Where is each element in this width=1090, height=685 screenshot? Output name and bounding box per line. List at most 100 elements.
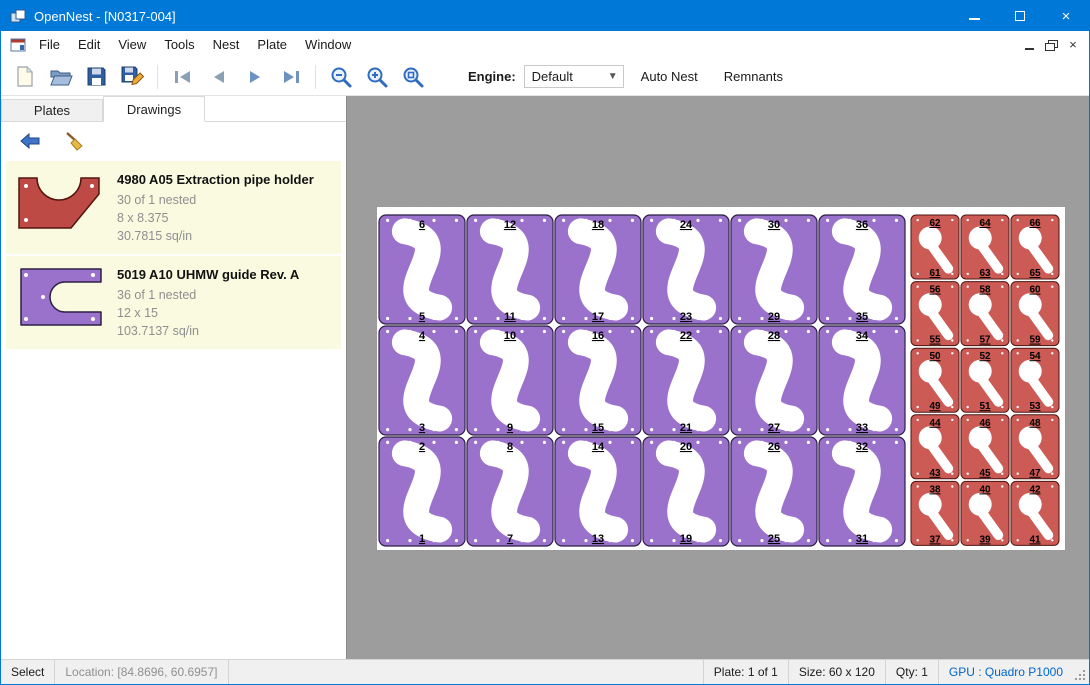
menu-window[interactable]: Window xyxy=(296,32,360,57)
nest-pair-red[interactable]: 5655 xyxy=(911,282,959,346)
nest-pair-purple[interactable]: 87 xyxy=(467,437,553,546)
nest-pair-red[interactable]: 4645 xyxy=(961,415,1009,479)
auto-nest-button[interactable]: Auto Nest xyxy=(632,63,707,90)
nest-pair-red[interactable]: 3837 xyxy=(911,481,959,545)
menu-plate[interactable]: Plate xyxy=(248,32,296,57)
part-number: 39 xyxy=(979,534,991,545)
nest-pair-red[interactable]: 40 39 xyxy=(961,481,1009,545)
nest-pair-purple[interactable]: 1615 xyxy=(555,326,641,435)
part-number: 42 xyxy=(1029,484,1041,495)
part-number: 57 xyxy=(979,335,991,346)
save-button[interactable] xyxy=(83,63,110,90)
nest-pair-red[interactable]: 5251 xyxy=(961,348,1009,412)
maximize-button[interactable] xyxy=(997,1,1043,31)
nest-pair-purple[interactable]: 1413 xyxy=(555,437,641,546)
zoom-in-button[interactable] xyxy=(363,63,390,90)
nest-pair-red[interactable]: 4847 xyxy=(1011,415,1059,479)
menu-edit[interactable]: Edit xyxy=(69,32,109,57)
part-number: 40 xyxy=(979,484,991,495)
nest-pair-red[interactable]: 6059 xyxy=(1011,282,1059,346)
part-number: 58 xyxy=(979,285,991,296)
part-number: 31 xyxy=(856,533,868,545)
part-number: 61 xyxy=(929,268,941,279)
menu-file[interactable]: File xyxy=(30,32,69,57)
part-number: 46 xyxy=(979,418,991,429)
engine-select[interactable]: Default ▼ xyxy=(524,65,624,88)
close-button[interactable]: × xyxy=(1043,1,1089,31)
resize-grip-icon[interactable] xyxy=(1073,660,1089,684)
nest-pair-red[interactable]: 58 57 xyxy=(961,282,1009,346)
part-number: 8 xyxy=(507,441,513,453)
new-file-button[interactable] xyxy=(11,63,38,90)
tab-drawings[interactable]: Drawings xyxy=(103,96,205,122)
open-file-button[interactable] xyxy=(47,63,74,90)
nav-next-button[interactable] xyxy=(241,63,268,90)
part-number: 36 xyxy=(856,219,868,231)
close-icon: × xyxy=(1062,8,1071,25)
nest-pair-purple[interactable]: 21 xyxy=(379,437,465,546)
mdi-minimize-button[interactable] xyxy=(1018,35,1040,55)
mdi-restore-button[interactable] xyxy=(1040,35,1062,55)
nest-pair-purple[interactable]: 2827 xyxy=(731,326,817,435)
menu-view[interactable]: View xyxy=(109,32,155,57)
drawing-size: 12 x 15 xyxy=(117,304,299,322)
menu-tools[interactable]: Tools xyxy=(155,32,203,57)
part-number: 6 xyxy=(419,219,425,231)
tab-plates[interactable]: Plates xyxy=(1,99,103,121)
nest-pair-purple[interactable]: 65 xyxy=(379,215,465,324)
part-number: 2 xyxy=(419,441,425,453)
zoom-fit-button[interactable] xyxy=(399,63,426,90)
nest-canvas[interactable]: 6512111817242330293635431091615222128273… xyxy=(346,96,1089,659)
remnants-button[interactable]: Remnants xyxy=(715,63,792,90)
nest-pair-red[interactable]: 6665 xyxy=(1011,215,1059,279)
menu-nest[interactable]: Nest xyxy=(204,32,249,57)
mdi-close-button[interactable]: × xyxy=(1062,35,1084,55)
menu-bar: File Edit View Tools Nest Plate Window × xyxy=(1,31,1089,58)
main-toolbar: Engine: Default ▼ Auto Nest Remnants xyxy=(1,58,1089,96)
zoom-out-button[interactable] xyxy=(327,63,354,90)
drawing-area: 103.7137 sq/in xyxy=(117,322,299,340)
nav-last-icon xyxy=(280,68,302,86)
drawing-title: 4980 A05 Extraction pipe holder xyxy=(117,172,314,187)
minimize-button[interactable] xyxy=(951,1,997,31)
nest-pair-red[interactable]: 4241 xyxy=(1011,481,1059,545)
nav-last-button[interactable] xyxy=(277,63,304,90)
status-plate: Plate: 1 of 1 xyxy=(703,660,788,684)
part-number: 7 xyxy=(507,533,513,545)
nest-pair-purple[interactable]: 2019 xyxy=(643,437,729,546)
assign-to-plate-button[interactable] xyxy=(16,127,43,154)
plate[interactable]: 6512111817242330293635431091615222128273… xyxy=(377,207,1065,550)
part-number: 33 xyxy=(856,422,868,434)
nest-pair-purple[interactable]: 2423 xyxy=(643,215,729,324)
save-icon xyxy=(86,66,107,87)
part-number: 65 xyxy=(1029,268,1041,279)
status-bar: Select Location: [84.8696, 60.6957] Plat… xyxy=(1,659,1089,684)
nest-pair-purple[interactable]: 3231 xyxy=(819,437,905,546)
open-folder-icon xyxy=(49,66,73,87)
nav-prev-button[interactable] xyxy=(205,63,232,90)
part-number: 55 xyxy=(929,335,941,346)
drawing-list-item-1[interactable]: 4980 A05 Extraction pipe holder 30 of 1 … xyxy=(6,161,341,254)
nest-pair-red[interactable]: 4443 xyxy=(911,415,959,479)
drawing-thumbnail-1 xyxy=(13,170,105,234)
save-as-button[interactable] xyxy=(119,63,146,90)
nest-pair-red[interactable]: 6463 xyxy=(961,215,1009,279)
nest-pair-purple[interactable]: 109 xyxy=(467,326,553,435)
nest-pair-purple[interactable]: 3433 xyxy=(819,326,905,435)
part-number: 30 xyxy=(768,219,780,231)
nest-pair-purple[interactable]: 3635 xyxy=(819,215,905,324)
nest-pair-purple[interactable]: 1817 xyxy=(555,215,641,324)
nest-pair-red[interactable]: 6261 xyxy=(911,215,959,279)
drawing-list-item-2[interactable]: 5019 A10 UHMW guide Rev. A 36 of 1 neste… xyxy=(6,256,341,349)
nest-pair-purple[interactable]: 1211 xyxy=(467,215,553,324)
nav-first-button[interactable] xyxy=(169,63,196,90)
nest-pair-purple[interactable]: 3029 xyxy=(731,215,817,324)
nest-pair-red[interactable]: 5049 xyxy=(911,348,959,412)
clear-button[interactable] xyxy=(60,127,87,154)
status-qty: Qty: 1 xyxy=(885,660,938,684)
nest-pair-red[interactable]: 5453 xyxy=(1011,348,1059,412)
nest-pair-purple[interactable]: 2625 xyxy=(731,437,817,546)
nest-pair-purple[interactable]: 43 xyxy=(379,326,465,435)
nest-pair-purple[interactable]: 2221 xyxy=(643,326,729,435)
part-number: 12 xyxy=(504,219,516,231)
